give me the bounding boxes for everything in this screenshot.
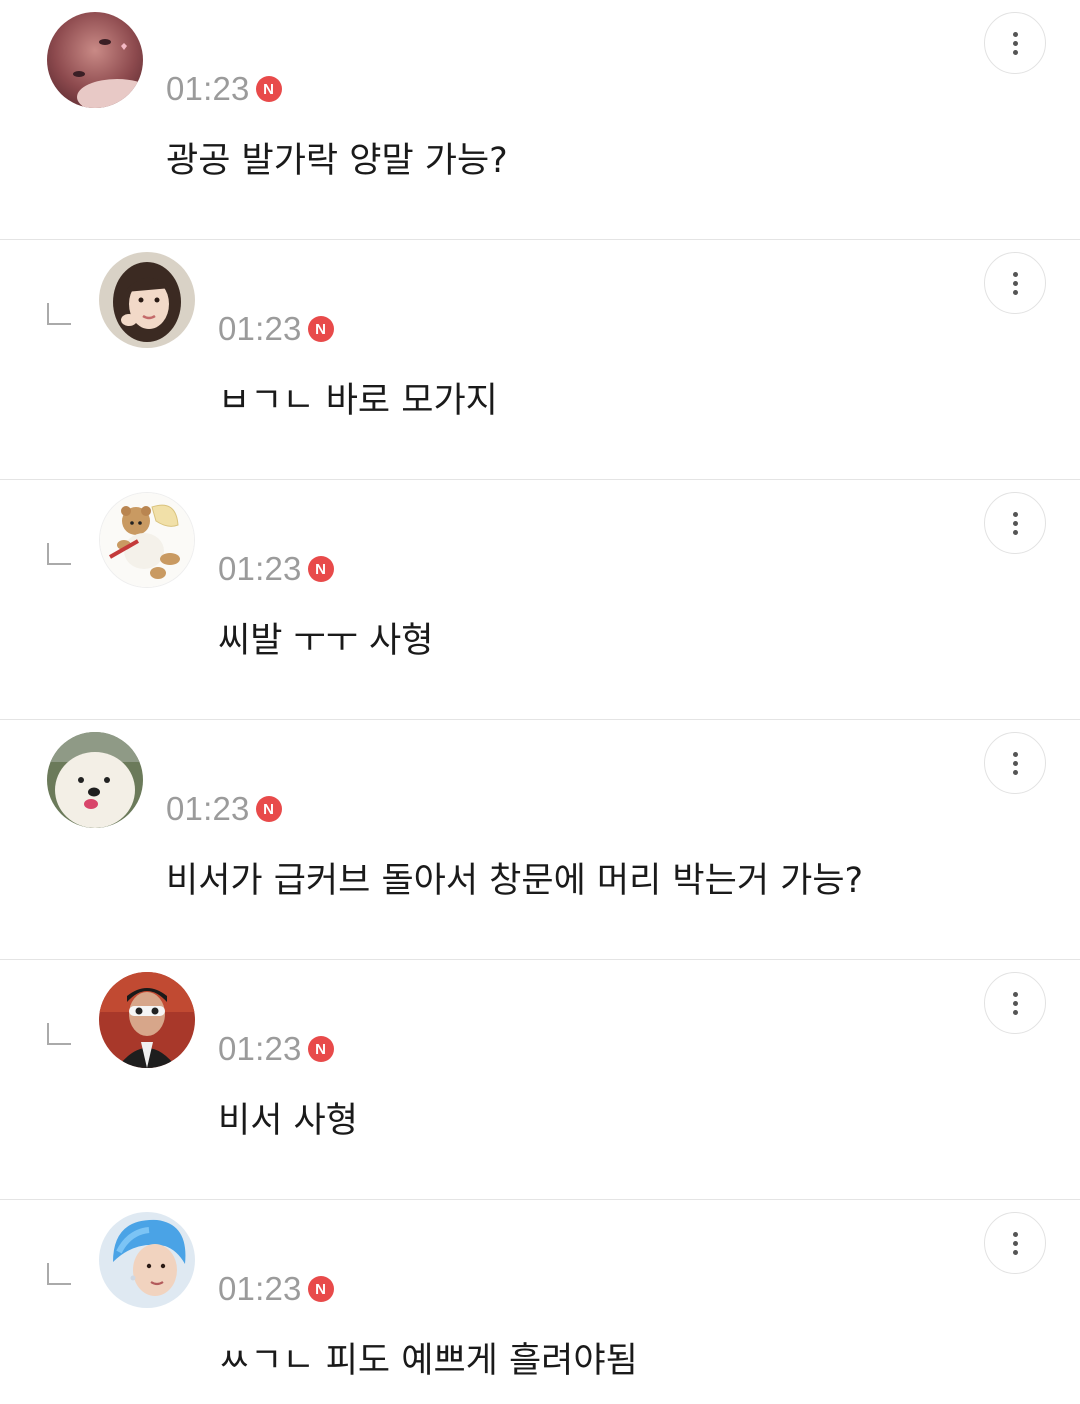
new-badge-icon: N	[307, 556, 334, 582]
more-vertical-icon	[1012, 31, 1018, 37]
more-vertical-icon	[1012, 751, 1018, 757]
comment-meta: 01:23 N	[218, 1270, 334, 1308]
comment-text: 비서 사형	[218, 1101, 358, 1141]
new-badge-icon: N	[255, 796, 282, 822]
new-badge-icon: N	[307, 316, 334, 342]
comment-time: 01:23	[166, 790, 250, 827]
more-vertical-icon	[1012, 511, 1018, 517]
reply-arrow-icon	[47, 1023, 71, 1045]
comment-meta: 01:23 N	[218, 550, 334, 588]
new-badge-icon: N	[307, 1036, 334, 1062]
new-badge-icon: N	[255, 76, 282, 102]
avatar[interactable]	[47, 732, 143, 828]
comment-meta: 01:23 N	[218, 310, 334, 348]
reply-arrow-icon	[47, 303, 71, 325]
comment-time: 01:23	[218, 1270, 302, 1307]
avatar[interactable]	[47, 12, 143, 108]
more-options-button[interactable]	[984, 12, 1046, 74]
more-vertical-icon	[1012, 1231, 1018, 1237]
avatar[interactable]	[99, 1212, 195, 1308]
comment-text: 비서가 급커브 돌아서 창문에 머리 박는거 가능?	[166, 861, 864, 901]
more-options-button[interactable]	[984, 1212, 1046, 1274]
comment-text: ㅂㄱㄴ 바로 모가지	[218, 381, 498, 421]
avatar[interactable]	[99, 972, 195, 1068]
comment-time: 01:23	[166, 70, 250, 107]
more-vertical-icon	[1012, 991, 1018, 997]
more-options-button[interactable]	[984, 492, 1046, 554]
more-options-button[interactable]	[984, 732, 1046, 794]
comment-item: 01:23 N ㅂㄱㄴ 바로 모가지	[0, 240, 1080, 480]
comment-time: 01:23	[218, 1030, 302, 1067]
more-options-button[interactable]	[984, 972, 1046, 1034]
comment-item: 01:23 N 광공 발가락 양말 가능?	[0, 0, 1080, 240]
comment-time: 01:23	[218, 310, 302, 347]
comment-text: ㅆㄱㄴ 피도 예쁘게 흘려야됨	[218, 1341, 638, 1381]
comment-meta: 01:23 N	[166, 790, 282, 828]
comment-item: 01:23 N 비서가 급커브 돌아서 창문에 머리 박는거 가능?	[0, 720, 1080, 960]
comment-item: 01:23 N ㅆㄱㄴ 피도 예쁘게 흘려야됨	[0, 1200, 1080, 1400]
avatar[interactable]	[99, 492, 195, 588]
reply-arrow-icon	[47, 543, 71, 565]
comment-time: 01:23	[218, 550, 302, 587]
new-badge-icon: N	[307, 1276, 334, 1302]
more-vertical-icon	[1012, 271, 1018, 277]
comment-meta: 01:23 N	[166, 70, 282, 108]
comment-text: 씨발 ㅜㅜ 사형	[218, 621, 434, 661]
reply-arrow-icon	[47, 1263, 71, 1285]
avatar[interactable]	[99, 252, 195, 348]
comment-item: 01:23 N 씨발 ㅜㅜ 사형	[0, 480, 1080, 720]
comment-meta: 01:23 N	[218, 1030, 334, 1068]
comment-item: 01:23 N 비서 사형	[0, 960, 1080, 1200]
comment-list: 01:23 N 광공 발가락 양말 가능? 01:23 N ㅂㄱㄴ 바로 모가지…	[0, 0, 1080, 1400]
more-options-button[interactable]	[984, 252, 1046, 314]
comment-text: 광공 발가락 양말 가능?	[166, 141, 508, 181]
